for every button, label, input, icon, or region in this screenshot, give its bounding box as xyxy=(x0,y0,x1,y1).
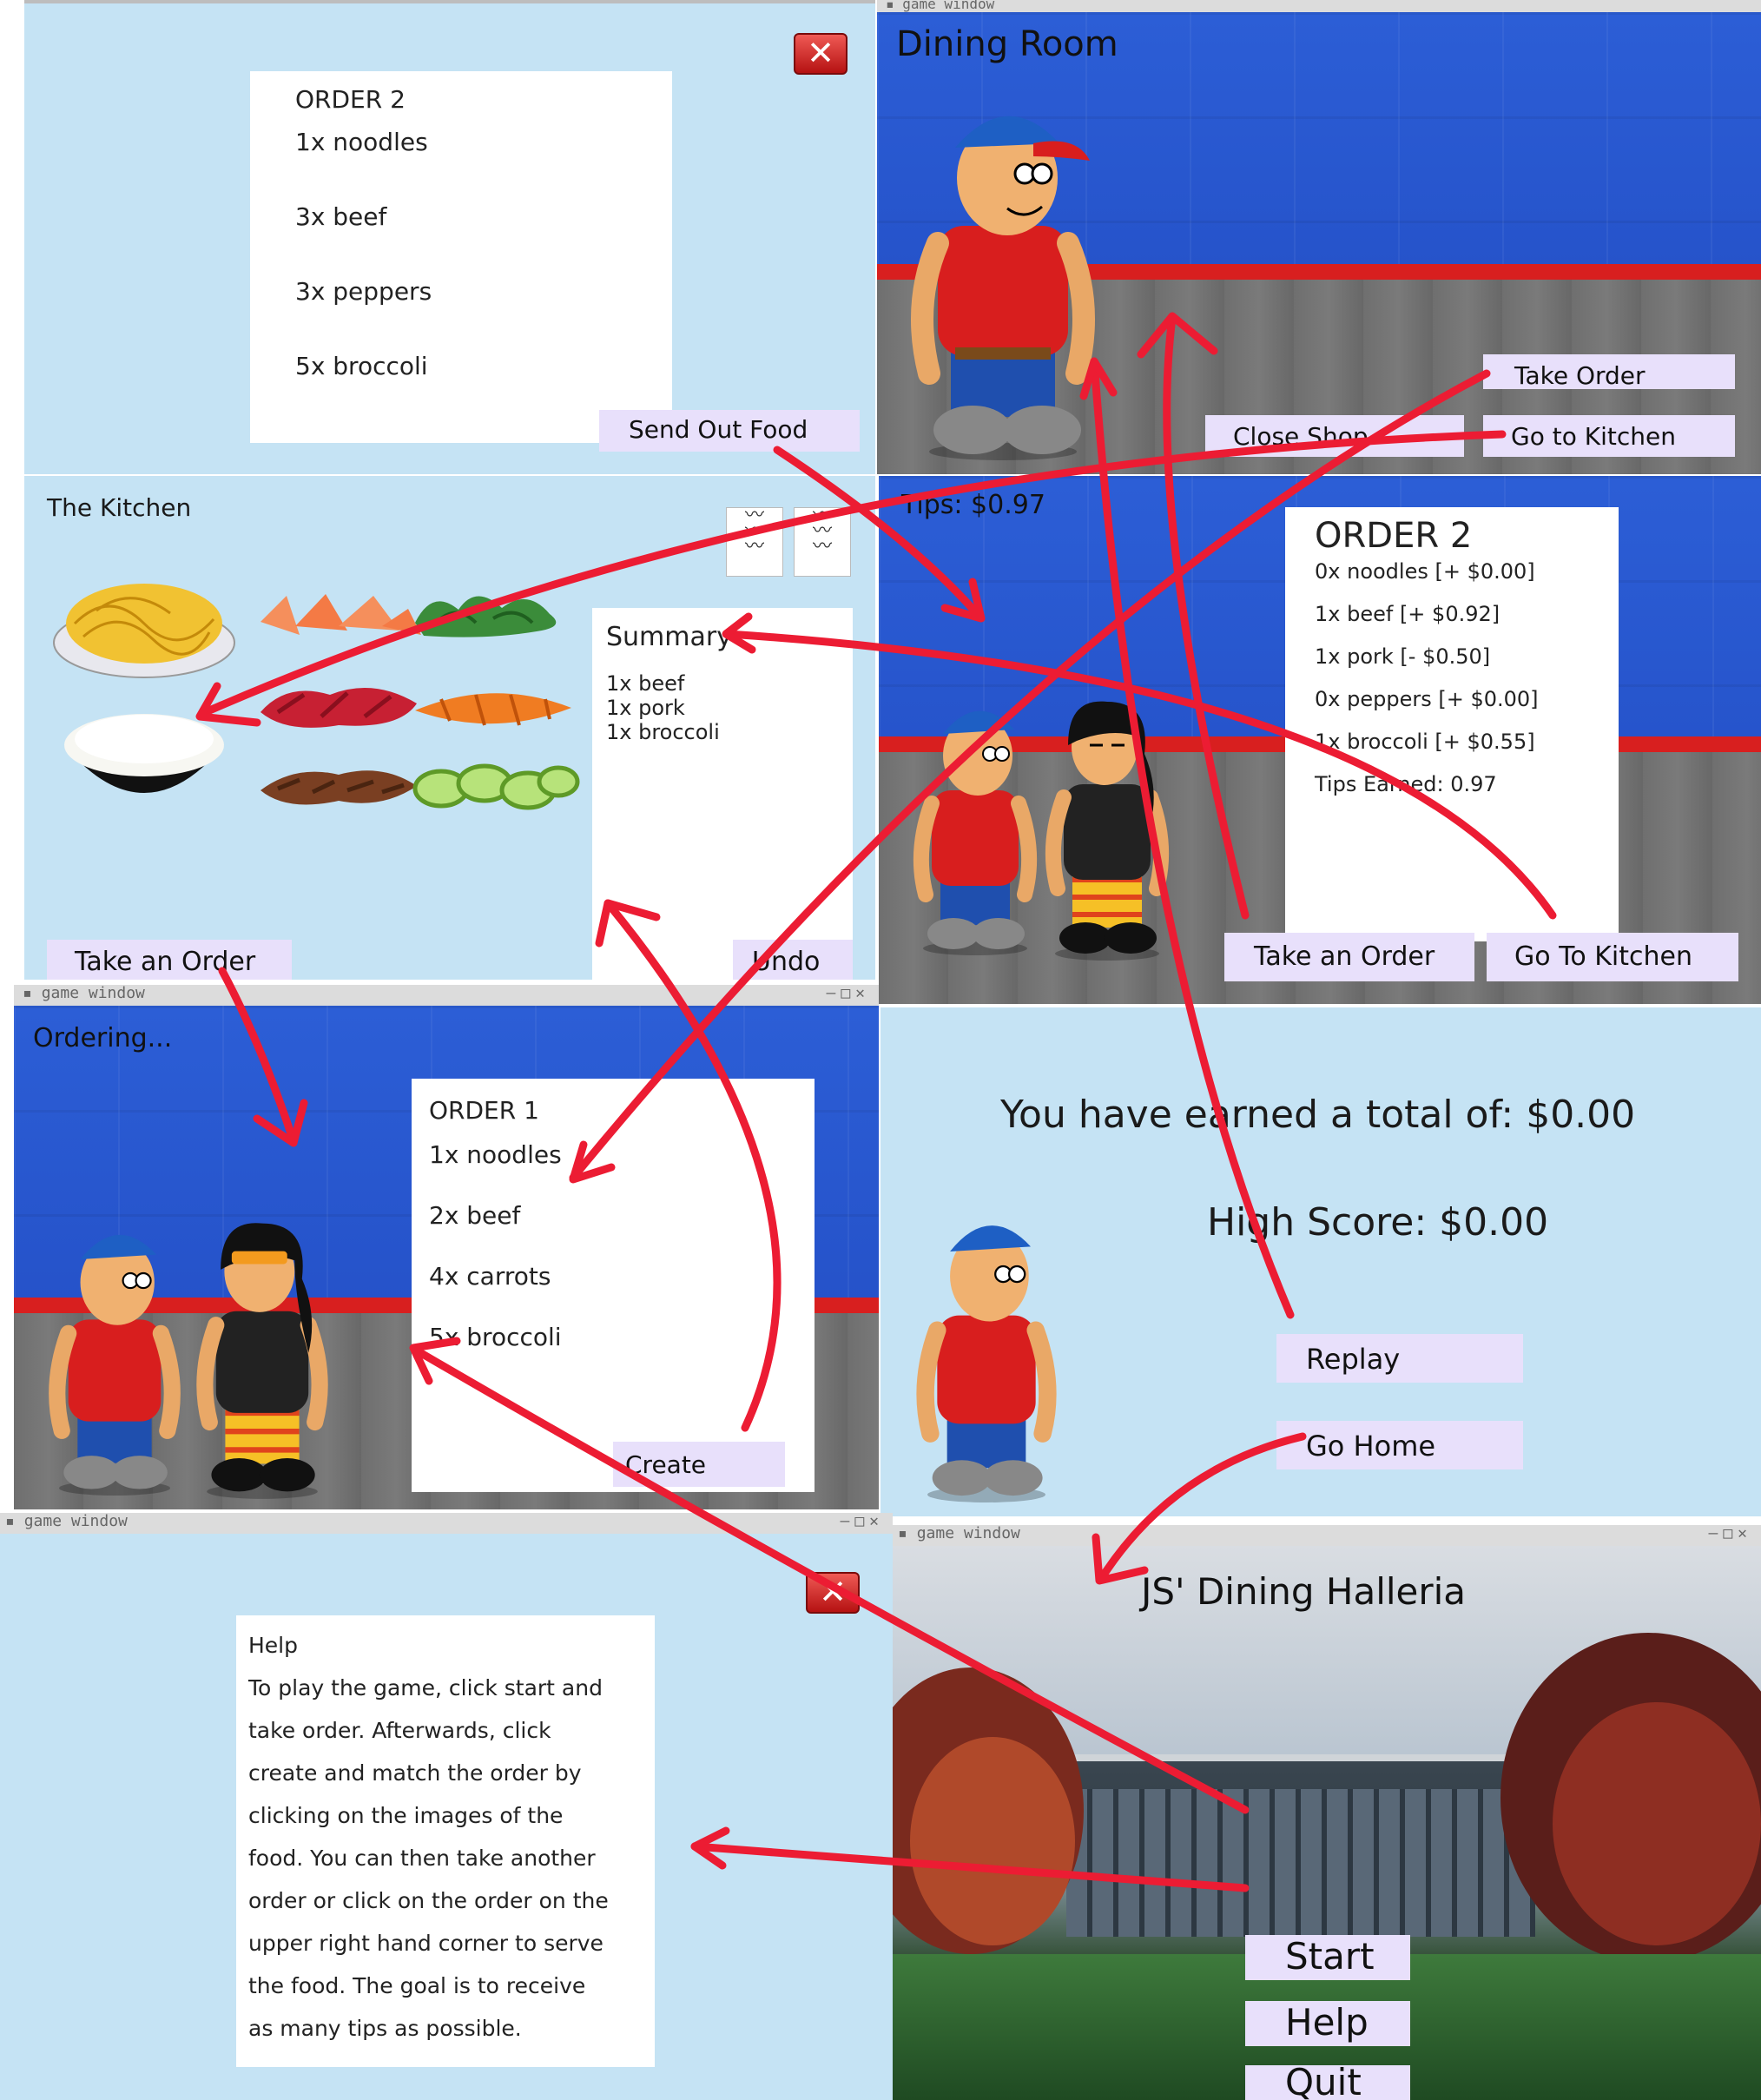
take-order-button[interactable]: Take Order xyxy=(1483,354,1735,390)
noodles-bowl[interactable] xyxy=(49,571,240,684)
window-titlebar: ▪ game window –□✕ xyxy=(893,1525,1761,1546)
go-to-kitchen-button[interactable]: Go To Kitchen xyxy=(1487,933,1738,981)
python-icon: ▪ xyxy=(898,1525,917,1542)
order-item: 4x carrots xyxy=(429,1262,551,1291)
result-line: 1x beef [+ $0.92] xyxy=(1315,602,1500,626)
summary-item: 1x pork xyxy=(606,696,685,720)
window-titlebar: ▪ game window –□✕ xyxy=(14,985,879,1006)
window-titlebar: ▪ game window xyxy=(877,0,1761,12)
chef-character xyxy=(911,116,1095,460)
order-item: 5x broccoli xyxy=(295,352,428,380)
help-line: order or click on the order on the xyxy=(248,1888,609,1913)
start-button[interactable]: Start xyxy=(1245,1935,1410,1980)
order-item: 1x noodles xyxy=(295,128,428,156)
help-card: Help To play the game, click start and t… xyxy=(236,1615,655,2067)
chef-character xyxy=(913,710,1038,955)
order-item: 5x broccoli xyxy=(429,1323,562,1351)
carrots-food[interactable] xyxy=(406,677,580,738)
go-to-kitchen-button[interactable]: Go to Kitchen xyxy=(1483,415,1735,457)
order-ticket-icon[interactable]: 〰〰〰 xyxy=(794,506,851,577)
beef-food[interactable] xyxy=(252,677,425,738)
total-earned: You have earned a total of: $0.00 xyxy=(1000,1093,1636,1137)
broccoli-food[interactable] xyxy=(406,584,571,644)
order-title: ORDER 2 xyxy=(295,85,406,114)
create-button[interactable]: Create xyxy=(613,1442,785,1487)
end-screen-panel: You have earned a total of: $0.00 High S… xyxy=(880,1007,1761,1516)
high-score: High Score: $0.00 xyxy=(1207,1200,1549,1245)
python-icon: ▪ xyxy=(886,0,903,12)
help-line: food. You can then take another xyxy=(248,1846,596,1871)
game-title: JS' Dining Halleria xyxy=(1141,1570,1467,1613)
kitchen-panel: The Kitchen 〰〰〰 〰〰〰 Summary 1x beef 1x p… xyxy=(24,476,875,980)
chef-character xyxy=(49,1234,181,1496)
summary-card: Summary 1x beef 1x pork 1x broccoli xyxy=(592,608,853,980)
tips-earned: Tips Earned: 0.97 xyxy=(1315,772,1497,796)
customer-character xyxy=(196,1223,328,1499)
help-line: the food. The goal is to receive xyxy=(248,1973,586,1998)
page-title: The Kitchen xyxy=(47,493,192,522)
quit-button[interactable]: Quit xyxy=(1245,2064,1410,2100)
pork-food[interactable] xyxy=(252,756,425,816)
replay-button[interactable]: Replay xyxy=(1276,1334,1523,1383)
result-line: 1x broccoli [+ $0.55] xyxy=(1315,730,1535,754)
python-icon: ▪ xyxy=(23,985,42,1002)
help-line: as many tips as possible. xyxy=(248,2016,522,2041)
help-line: take order. Afterwards, click xyxy=(248,1718,551,1743)
window-titlebar: ▪ game window –□✕ xyxy=(0,1513,893,1534)
order-ticket-icon[interactable]: 〰〰〰 xyxy=(726,506,783,577)
help-panel: ▪ game window –□✕ ✕ Help To play the game… xyxy=(0,1513,893,2100)
result-line: 0x noodles [+ $0.00] xyxy=(1315,559,1535,584)
summary-item: 1x beef xyxy=(606,671,685,696)
peppers-food[interactable] xyxy=(406,756,580,816)
order-item: 2x beef xyxy=(429,1201,521,1230)
summary-item: 1x broccoli xyxy=(606,720,720,744)
result-line: 1x pork [- $0.50] xyxy=(1315,644,1491,669)
help-line: create and match the order by xyxy=(248,1760,582,1786)
order-title: ORDER 1 xyxy=(429,1096,539,1125)
order-item: 1x noodles xyxy=(429,1140,562,1169)
summary-title: Summary xyxy=(606,622,732,652)
result-line: 0x peppers [+ $0.00] xyxy=(1315,687,1539,711)
take-an-order-button[interactable]: Take an Order xyxy=(47,940,292,980)
help-line: clicking on the images of the xyxy=(248,1803,564,1828)
order-item: 3x beef xyxy=(295,202,387,231)
home-panel: ▪ game window –□✕ JS' Dining Halleria Sta… xyxy=(893,1525,1761,2100)
salmon-food[interactable] xyxy=(252,587,425,648)
close-icon[interactable]: ✕ xyxy=(794,33,848,75)
dining-room-panel: ▪ game window Dining Room Take Order Clo… xyxy=(877,0,1761,474)
tips-label: Tips: $0.97 xyxy=(901,490,1045,520)
order-popup-panel: ✕ ORDER 2 1x noodles 3x beef 3x peppers … xyxy=(24,0,875,474)
order-title: ORDER 2 xyxy=(1315,516,1473,556)
order-card: ORDER 2 1x noodles 3x beef 3x peppers 5x… xyxy=(250,71,672,443)
python-icon: ▪ xyxy=(5,1513,24,1530)
help-button[interactable]: Help xyxy=(1245,2001,1410,2046)
order-result-panel: Tips: $0.97 ORDER 2 0x noodles [+ $0.00]… xyxy=(879,476,1761,1004)
order-result-card: ORDER 2 0x noodles [+ $0.00] 1x beef [+ … xyxy=(1285,507,1619,941)
help-line: To play the game, click start and xyxy=(248,1675,603,1700)
help-title: Help xyxy=(248,1633,298,1658)
chef-character xyxy=(916,1225,1057,1502)
close-shop-button[interactable]: Close Shop xyxy=(1205,415,1464,457)
send-out-food-button[interactable]: Send Out Food xyxy=(599,410,860,452)
undo-button[interactable]: Undo xyxy=(733,940,853,980)
rice-bowl[interactable] xyxy=(57,697,231,819)
order-item: 3x peppers xyxy=(295,277,432,306)
take-an-order-button[interactable]: Take an Order xyxy=(1224,933,1474,981)
order-card: ORDER 1 1x noodles 2x beef 4x carrots 5x… xyxy=(412,1079,815,1492)
go-home-button[interactable]: Go Home xyxy=(1276,1421,1523,1469)
close-icon[interactable]: ✕ xyxy=(806,1572,860,1614)
page-title: Dining Room xyxy=(896,24,1118,64)
help-line: upper right hand corner to serve xyxy=(248,1931,603,1956)
customer-character xyxy=(1045,701,1170,961)
ordering-panel: ▪ game window –□✕ Ordering... ORDER 1 1x … xyxy=(14,985,879,1509)
ordering-status: Ordering... xyxy=(33,1023,173,1053)
